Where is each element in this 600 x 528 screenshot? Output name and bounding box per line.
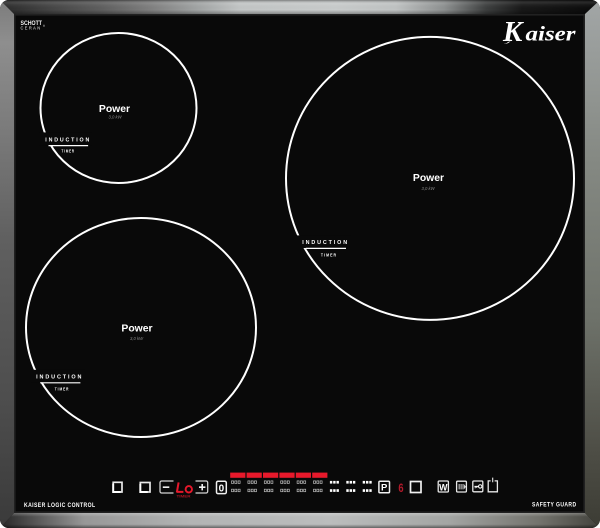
svg-text:SAFETY GUARD: SAFETY GUARD [532, 502, 577, 508]
svg-text:aiser: aiser [526, 22, 577, 46]
svg-text:INDUCTION: INDUCTION [302, 240, 349, 246]
svg-text:P: P [381, 483, 388, 494]
svg-text:CERAN: CERAN [21, 25, 42, 30]
svg-text:3,0 kW: 3,0 kW [130, 336, 144, 341]
svg-text:W: W [439, 482, 448, 492]
svg-text:0: 0 [219, 483, 225, 494]
svg-text:3,0 kW: 3,0 kW [108, 115, 122, 120]
svg-text:K: K [502, 16, 524, 48]
svg-text:TIMER: TIMER [62, 149, 75, 154]
svg-text:TIMER: TIMER [321, 252, 337, 257]
svg-text:Power: Power [121, 323, 152, 334]
svg-text:®: ® [43, 24, 45, 28]
svg-text:TIMER: TIMER [177, 494, 192, 498]
svg-text:INDUCTION: INDUCTION [45, 137, 91, 143]
svg-text:KAISER LOGIC CONTROL: KAISER LOGIC CONTROL [24, 502, 96, 509]
svg-text:INDUCTION: INDUCTION [36, 374, 83, 380]
svg-text:Power: Power [99, 104, 130, 115]
svg-text:3,0 kW: 3,0 kW [421, 186, 435, 191]
svg-text:Power: Power [413, 173, 444, 184]
svg-text:TIMER: TIMER [55, 386, 70, 391]
svg-text:6: 6 [398, 481, 403, 495]
